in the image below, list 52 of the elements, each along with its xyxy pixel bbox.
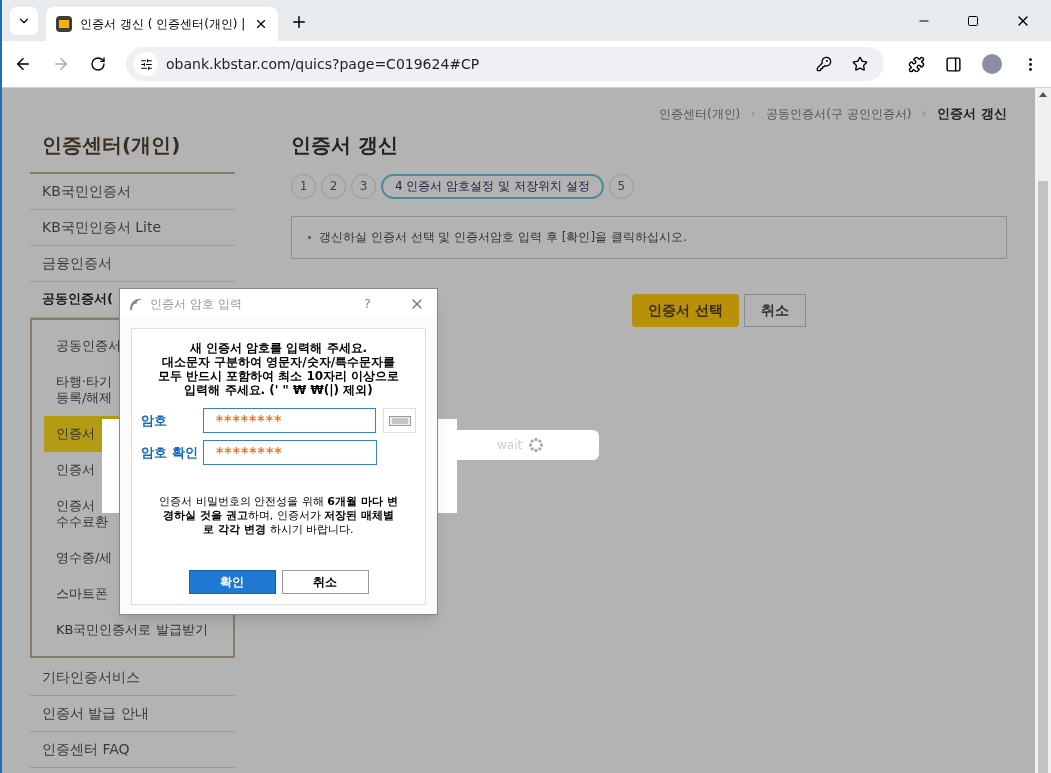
- site-favicon: [56, 16, 72, 32]
- scrollbar[interactable]: [1035, 88, 1051, 773]
- close-tab-icon[interactable]: [254, 17, 268, 31]
- key-icon[interactable]: [816, 56, 832, 72]
- new-tab-icon[interactable]: [290, 13, 308, 31]
- confirm-button[interactable]: 확인: [188, 570, 276, 594]
- page-title: 인증서 갱신: [291, 131, 399, 159]
- sidebar-item[interactable]: KB국민인증서: [30, 173, 235, 210]
- breadcrumb-item[interactable]: 인증서 갱신: [937, 104, 1007, 124]
- breadcrumb-item[interactable]: 공동인증서(구 공인인증서): [766, 104, 912, 123]
- spinner-icon: [528, 437, 545, 453]
- sidebar-item[interactable]: 인증서 발급 안내: [30, 695, 235, 732]
- field-label: 암호: [141, 411, 168, 430]
- instruction-text: 대소문자 구분하여 영문자/숫자/특수문자를: [161, 355, 396, 369]
- instruction-text: 입력해 주세요. (' " ₩ ₩(|) 제외): [184, 383, 373, 397]
- help-button[interactable]: ?: [364, 293, 371, 314]
- select-certificate-button[interactable]: 인증서 선택: [632, 293, 739, 327]
- back-icon[interactable]: [14, 55, 32, 73]
- field-label: 암호 확인: [141, 443, 199, 462]
- url-text: obank.kbstar.com/quics?page=C019624#CP: [166, 54, 480, 74]
- security-note: 인증서 비밀번호의 안전성을 위해 6개월 마다 변경하실 것을 권고하며, 인증서가 저장된 매체별로 각각 변경 하시기 바랍니다.: [158, 495, 399, 537]
- profile-avatar[interactable]: [982, 54, 1002, 74]
- bullet-icon: [308, 235, 311, 239]
- maximize-icon[interactable]: [967, 15, 979, 27]
- virtual-keyboard-button[interactable]: [383, 408, 416, 433]
- sidebar-item[interactable]: 금융인증서: [30, 245, 235, 282]
- notice-text: 갱신하실 인증서 선택 및 인증서암호 입력 후 [확인]을 클릭하십시오.: [319, 229, 687, 246]
- browser-tab[interactable]: 인증서 갱신 ( 인증센터(개인) |: [46, 7, 278, 41]
- bookmark-star-icon[interactable]: [852, 56, 868, 72]
- cancel-button[interactable]: 취소: [281, 570, 369, 594]
- instruction-text: 모두 반드시 포함하여 최소 10자리 이상으로: [157, 369, 400, 383]
- sidebar-item[interactable]: 기타인증서비스: [30, 659, 235, 696]
- cancel-button[interactable]: 취소: [743, 293, 806, 327]
- tab-title: 인증서 갱신 ( 인증센터(개인) |: [80, 16, 246, 33]
- password-field[interactable]: ********: [203, 440, 377, 465]
- reload-icon[interactable]: [90, 56, 106, 72]
- submenu-item[interactable]: KB국민인증서로 발급받기: [44, 611, 221, 648]
- keyboard-icon: [388, 415, 411, 426]
- scrollbar-thumb[interactable]: [1038, 181, 1048, 773]
- extensions-icon[interactable]: [908, 55, 925, 73]
- sidebar-item[interactable]: 인증센터 FAQ: [30, 731, 235, 768]
- password-field[interactable]: ********: [202, 408, 377, 433]
- scroll-up-icon[interactable]: [1039, 92, 1047, 97]
- site-info-icon[interactable]: [134, 52, 158, 76]
- sidebar-item[interactable]: KB국민인증서 Lite: [30, 209, 235, 246]
- dialog-title: 인증서 암호 입력: [150, 295, 242, 313]
- breadcrumb-item[interactable]: 인증센터(개인): [658, 104, 741, 123]
- step-indicator: 4 인증서 암호설정 및 저장위치 설정: [381, 173, 604, 199]
- sidebar-title: 인증센터(개인): [30, 129, 235, 174]
- side-panel-icon[interactable]: [945, 55, 962, 73]
- address-bar[interactable]: obank.kbstar.com/quics?page=C019624#CP: [126, 47, 884, 81]
- instruction-text: 새 인증서 암호를 입력해 주세요.: [189, 341, 368, 355]
